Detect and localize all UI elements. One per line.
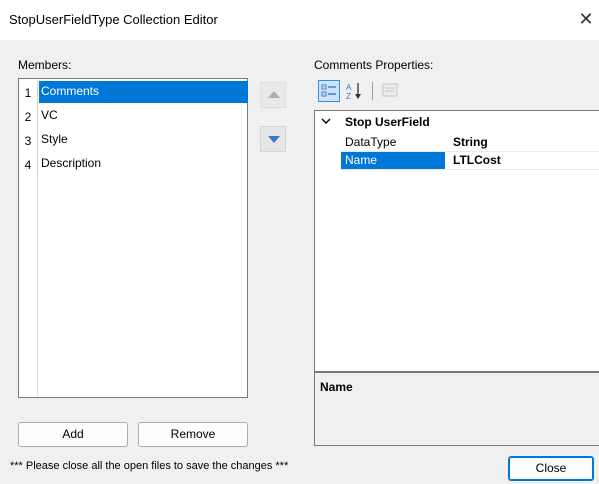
members-label: Members: [18, 58, 72, 72]
property-pages-icon [382, 83, 398, 97]
arrow-up-icon [268, 91, 280, 98]
property-name: Name [341, 151, 445, 169]
footer-note: *** Please close all the open files to s… [10, 460, 289, 472]
close-button[interactable]: Close [508, 456, 594, 481]
property-pages-button[interactable] [380, 80, 402, 102]
property-row-datatype[interactable]: DataType String [315, 133, 599, 151]
property-name: DataType [345, 135, 397, 149]
properties-label: Comments Properties: [314, 58, 434, 72]
property-grid-toolbar: A Z [318, 80, 408, 104]
description-panel: Name [314, 372, 599, 446]
member-label: Comments [39, 81, 248, 103]
member-label: Style [41, 132, 68, 146]
grid-line [341, 169, 599, 170]
chevron-down-icon[interactable] [321, 115, 331, 129]
svg-text:A: A [346, 83, 352, 92]
members-list[interactable]: 1 Comments 2 VC 3 Style 4 Description [18, 78, 248, 398]
grid-line [341, 151, 599, 152]
member-item-style[interactable]: 3 Style [19, 129, 247, 153]
member-item-comments[interactable]: 1 Comments [19, 81, 248, 105]
property-value[interactable]: LTLCost [449, 151, 501, 169]
category-row[interactable]: Stop UserField [315, 113, 599, 131]
member-item-vc[interactable]: 2 VC [19, 105, 247, 129]
collection-editor-window: StopUserFieldType Collection Editor ✕ Me… [0, 0, 599, 484]
arrow-down-icon [268, 136, 280, 143]
sort-az-icon: A Z [346, 83, 361, 101]
move-up-button[interactable] [260, 82, 286, 108]
toolbar-separator [372, 82, 373, 100]
description-title: Name [320, 380, 353, 394]
member-index: 4 [19, 153, 38, 177]
title-bar: StopUserFieldType Collection Editor ✕ [0, 0, 599, 40]
property-grid[interactable]: Stop UserField DataType String Name LTLC… [314, 110, 599, 372]
property-value[interactable]: String [449, 133, 488, 151]
remove-button[interactable]: Remove [138, 422, 248, 447]
category-label: Stop UserField [345, 115, 430, 129]
window-title: StopUserFieldType Collection Editor [9, 12, 218, 27]
member-label: VC [41, 108, 58, 122]
member-index: 1 [19, 81, 38, 105]
move-down-button[interactable] [260, 126, 286, 152]
member-index: 2 [19, 105, 38, 129]
member-item-description[interactable]: 4 Description [19, 153, 247, 177]
member-label: Description [41, 156, 102, 170]
index-column-divider [19, 175, 38, 397]
svg-text:Z: Z [346, 92, 351, 101]
categorized-view-button[interactable] [318, 80, 340, 102]
categorized-icon [321, 84, 336, 97]
close-window-icon[interactable]: ✕ [573, 6, 599, 32]
add-button[interactable]: Add [18, 422, 128, 447]
member-index: 3 [19, 129, 38, 153]
alphabetical-view-button[interactable]: A Z [344, 80, 366, 102]
property-row-name[interactable]: Name LTLCost [315, 151, 599, 169]
